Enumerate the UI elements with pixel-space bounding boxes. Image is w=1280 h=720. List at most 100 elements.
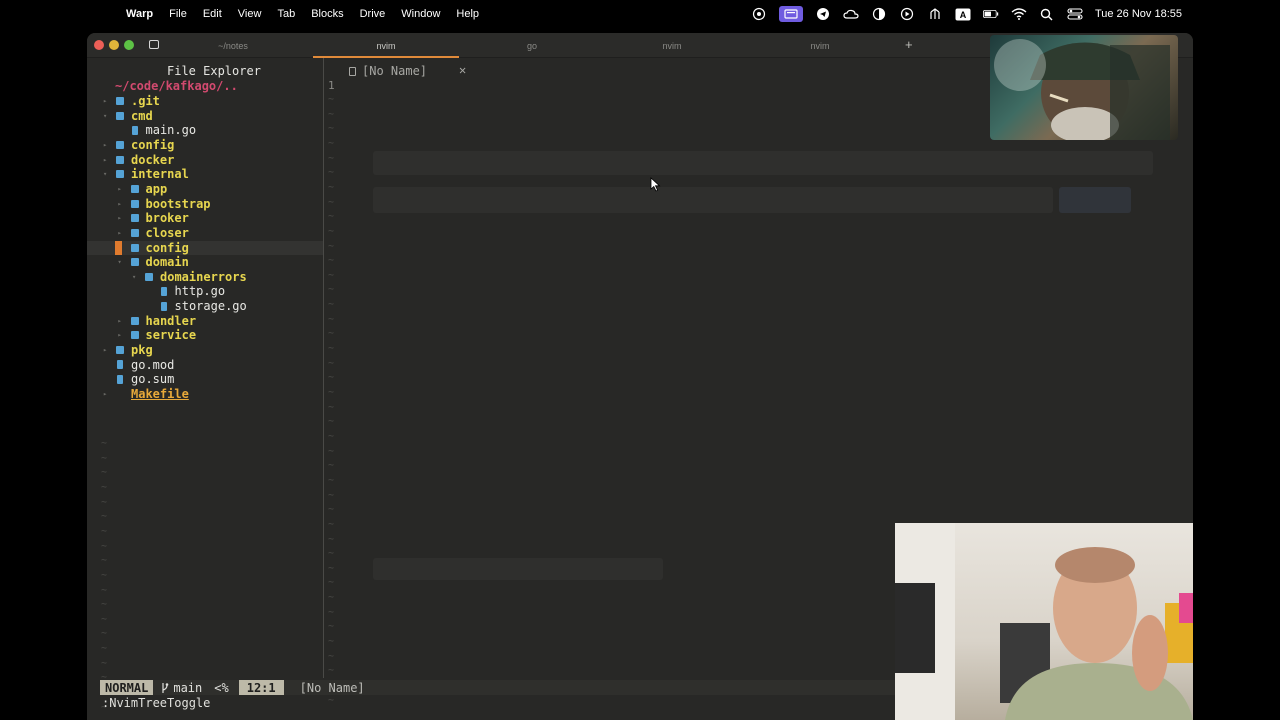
- chevron-right-icon[interactable]: ▸: [103, 97, 107, 105]
- network-share-icon[interactable]: [927, 7, 943, 21]
- file-tree-item-label: service: [145, 328, 197, 343]
- file-tree-item[interactable]: ▸ bootstrap: [87, 197, 323, 211]
- chevron-right-icon[interactable]: ▸: [118, 317, 122, 325]
- chevron-right-icon[interactable]: ▸: [103, 390, 107, 398]
- file-tree-item-label: cmd: [131, 108, 153, 123]
- chevron-right-icon[interactable]: ▸: [118, 200, 122, 208]
- minimize-window-button[interactable]: [109, 40, 119, 50]
- file-tree-item[interactable]: storage.go: [87, 299, 323, 313]
- tab-nvim-2[interactable]: nvim: [605, 33, 739, 58]
- chevron-right-icon[interactable]: ▸: [118, 214, 122, 222]
- file-icon: [160, 286, 167, 296]
- chevron-down-icon[interactable]: ▾: [103, 112, 107, 120]
- file-tree-item[interactable]: ▸ closer: [87, 226, 323, 240]
- file-tree-item[interactable]: ▸ service: [87, 328, 323, 342]
- folder-icon: [116, 140, 124, 149]
- tab-nvim-active[interactable]: nvim: [313, 33, 459, 58]
- file-tree-item[interactable]: ▾ cmd: [87, 109, 323, 123]
- file-tree-item[interactable]: ▾ internal: [87, 167, 323, 181]
- editor-buffer-tab[interactable]: [No Name]: [349, 64, 427, 78]
- search-icon[interactable]: [1039, 7, 1055, 21]
- file-icon: [117, 374, 123, 384]
- file-tree-item[interactable]: ▸ .git: [87, 94, 323, 108]
- chevron-right-icon[interactable]: ▸: [118, 185, 122, 193]
- empty-line-marker: ~: [328, 474, 335, 486]
- file-tree-item[interactable]: ▸ app: [87, 182, 323, 196]
- file-tree-item[interactable]: http.go: [87, 284, 323, 298]
- chevron-right-icon[interactable]: ▸: [118, 331, 122, 339]
- menu-edit[interactable]: Edit: [203, 8, 222, 20]
- chevron-right-icon[interactable]: ▸: [118, 229, 122, 237]
- menu-window[interactable]: Window: [401, 8, 440, 20]
- file-tree-item-label: config: [131, 137, 175, 152]
- empty-line-marker: ~: [328, 387, 335, 398]
- chevron-right-icon[interactable]: ▸: [103, 141, 107, 149]
- empty-line-marker: ~: [328, 533, 335, 545]
- chevron-right-icon[interactable]: ▸: [103, 346, 107, 354]
- close-window-button[interactable]: [94, 40, 104, 50]
- menu-app-name[interactable]: Warp: [126, 8, 153, 20]
- chevron-down-icon[interactable]: ▾: [132, 273, 136, 281]
- empty-line-marker: ~: [328, 592, 335, 604]
- battery-icon[interactable]: [982, 7, 999, 21]
- file-tree-root-path[interactable]: ~/code/kafkago/..: [115, 79, 238, 93]
- empty-line-marker: ~: [328, 167, 335, 179]
- chevron-right-icon[interactable]: ▸: [103, 156, 107, 164]
- weather-icon[interactable]: [843, 7, 859, 21]
- contrast-icon[interactable]: [871, 7, 887, 21]
- file-tree-item[interactable]: ▸ Makefile: [87, 387, 323, 401]
- menu-view[interactable]: View: [238, 8, 262, 20]
- empty-line-marker: ~: [328, 269, 335, 281]
- tab-notes[interactable]: ~/notes: [173, 33, 293, 58]
- input-source-icon[interactable]: A: [955, 7, 971, 21]
- tab-nvim-3[interactable]: nvim: [753, 33, 887, 58]
- file-tree-item[interactable]: go.sum: [87, 372, 323, 386]
- menu-file[interactable]: File: [169, 8, 187, 20]
- control-center-icon[interactable]: [1067, 7, 1083, 21]
- file-tree-item[interactable]: ▸ docker: [87, 153, 323, 167]
- file-tree-item[interactable]: ▾ domainerrors: [87, 270, 323, 284]
- empty-line-marker: ~: [328, 225, 335, 237]
- git-branch: main: [153, 681, 210, 695]
- file-tree-item[interactable]: ▸ pkg: [87, 343, 323, 357]
- screen-record-icon[interactable]: [751, 7, 767, 21]
- status-line: NORMAL main <% 12:1 [No Name]: [100, 680, 895, 695]
- chevron-down-icon[interactable]: ▾: [103, 170, 107, 178]
- empty-line-marker: ~: [328, 694, 335, 706]
- close-icon[interactable]: ✕: [459, 63, 466, 77]
- menu-drive[interactable]: Drive: [360, 8, 386, 20]
- empty-line-marker: ~: [328, 181, 335, 193]
- new-tab-button[interactable]: +: [905, 37, 913, 52]
- telegram-icon[interactable]: [815, 7, 831, 21]
- empty-line-marker: ~: [328, 504, 335, 516]
- video-overlay-thumbnail: [990, 35, 1178, 140]
- play-icon[interactable]: [899, 7, 915, 21]
- screen-share-icon[interactable]: [778, 6, 803, 22]
- file-tree-item[interactable]: ▾ domain: [87, 255, 323, 269]
- file-icon: [131, 125, 138, 135]
- empty-line-marker: ~: [328, 460, 335, 472]
- apple-icon[interactable]: [98, 7, 112, 21]
- tab-go[interactable]: go: [459, 33, 605, 58]
- menu-help[interactable]: Help: [456, 8, 479, 20]
- menu-tab[interactable]: Tab: [277, 8, 295, 20]
- sidebar-toggle-icon[interactable]: [149, 40, 159, 49]
- zoom-window-button[interactable]: [124, 40, 134, 50]
- empty-line-marker: ~: [328, 196, 335, 208]
- file-tree-item[interactable]: main.go: [87, 123, 323, 137]
- file-tree-item[interactable]: ▸config: [87, 240, 323, 255]
- empty-line-marker: ~: [328, 606, 335, 618]
- file-tree-item[interactable]: ▸ config: [87, 138, 323, 152]
- chevron-down-icon[interactable]: ▾: [118, 258, 122, 266]
- command-line[interactable]: :NvimTreeToggle: [102, 696, 210, 710]
- file-tree-item[interactable]: go.mod: [87, 358, 323, 372]
- empty-line-marker: ~: [328, 152, 335, 164]
- wifi-icon[interactable]: [1011, 7, 1027, 21]
- empty-line-marker: ~: [328, 548, 335, 560]
- menu-blocks[interactable]: Blocks: [311, 8, 343, 20]
- file-icon: [349, 66, 356, 76]
- file-tree-item[interactable]: ▸ broker: [87, 211, 323, 225]
- menu-clock[interactable]: Tue 26 Nov 18:55: [1095, 8, 1182, 20]
- editor-tab-label: [No Name]: [362, 64, 428, 78]
- file-tree-item[interactable]: ▸ handler: [87, 314, 323, 328]
